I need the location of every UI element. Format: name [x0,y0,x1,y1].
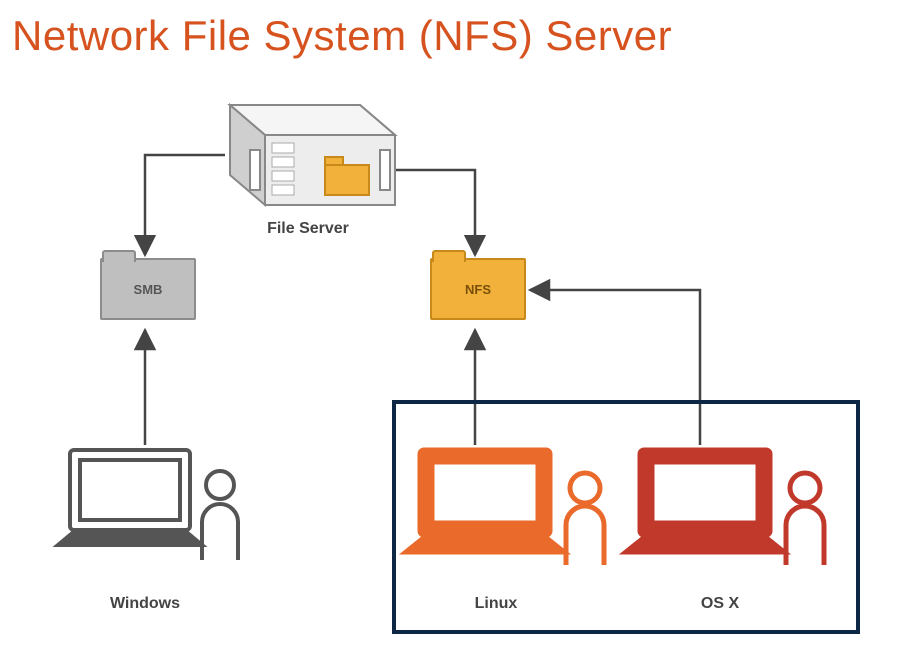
windows-client-icon [58,450,238,560]
file-server-icon [230,105,395,205]
unix-clients-highlight [392,400,860,634]
nfs-folder: NFS [430,258,526,320]
windows-label: Windows [95,595,195,613]
smb-folder-label: SMB [134,282,163,297]
nfs-folder-label: NFS [465,282,491,297]
file-server-label: File Server [248,220,368,238]
edge-server-smb [145,155,225,255]
smb-folder: SMB [100,258,196,320]
edge-server-nfs [395,170,475,255]
diagram-title: Network File System (NFS) Server [12,12,672,60]
